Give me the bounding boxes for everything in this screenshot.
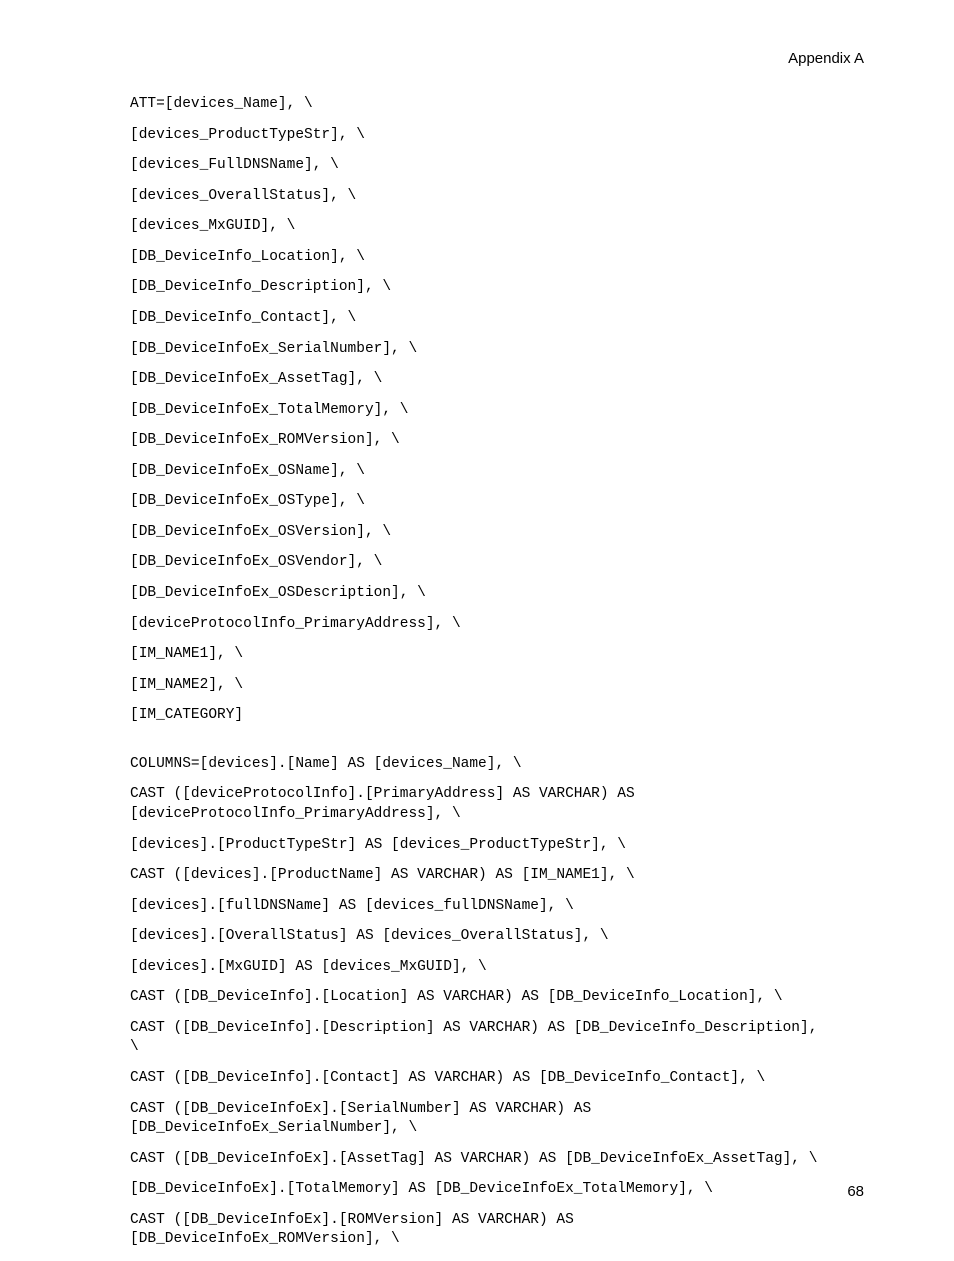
code-line: [DB_DeviceInfoEx_OSVersion], \: [130, 523, 824, 543]
code-line: CAST ([DB_DeviceInfo].[Description] AS V…: [130, 1019, 824, 1058]
code-line: [devices].[OverallStatus] AS [devices_Ov…: [130, 927, 824, 947]
code-line: [devices].[fullDNSName] AS [devices_full…: [130, 897, 824, 917]
page-header: Appendix A: [788, 50, 864, 67]
code-line: [IM_NAME1], \: [130, 645, 824, 665]
code-line: [DB_DeviceInfo_Description], \: [130, 278, 824, 298]
code-line: CAST ([DB_DeviceInfoEx].[AssetTag] AS VA…: [130, 1150, 824, 1170]
code-line: CAST ([DB_DeviceInfo].[Location] AS VARC…: [130, 988, 824, 1008]
code-line: [devices].[ProductTypeStr] AS [devices_P…: [130, 836, 824, 856]
code-line: [devices_MxGUID], \: [130, 217, 824, 237]
code-line: [DB_DeviceInfo_Contact], \: [130, 309, 824, 329]
code-line: [DB_DeviceInfoEx_ROMVersion], \: [130, 431, 824, 451]
code-line: [DB_DeviceInfoEx_TotalMemory], \: [130, 401, 824, 421]
code-line: [IM_NAME2], \: [130, 676, 824, 696]
code-line: [DB_DeviceInfoEx_OSVendor], \: [130, 553, 824, 573]
code-line: CAST ([deviceProtocolInfo].[PrimaryAddre…: [130, 785, 824, 824]
code-line: CAST ([DB_DeviceInfo].[Contact] AS VARCH…: [130, 1069, 824, 1089]
code-block: ATT=[devices_Name], \ [devices_ProductTyp…: [130, 95, 824, 1261]
code-line: [DB_DeviceInfo_Location], \: [130, 248, 824, 268]
code-line: ATT=[devices_Name], \: [130, 95, 824, 115]
code-line: CAST ([DB_DeviceInfoEx].[ROMVersion] AS …: [130, 1211, 824, 1250]
code-line: [devices_OverallStatus], \: [130, 187, 824, 207]
code-line: [DB_DeviceInfoEx_OSType], \: [130, 492, 824, 512]
blank-line: [130, 737, 824, 755]
code-line: [devices_ProductTypeStr], \: [130, 126, 824, 146]
code-line: [DB_DeviceInfoEx].[TotalMemory] AS [DB_D…: [130, 1180, 824, 1200]
page-number: 68: [847, 1183, 864, 1200]
code-line: [DB_DeviceInfoEx_SerialNumber], \: [130, 340, 824, 360]
code-line: [devices_FullDNSName], \: [130, 156, 824, 176]
code-line: CAST ([DB_DeviceInfoEx].[SerialNumber] A…: [130, 1100, 824, 1139]
code-line: [deviceProtocolInfo_PrimaryAddress], \: [130, 615, 824, 635]
code-line: COLUMNS=[devices].[Name] AS [devices_Nam…: [130, 755, 824, 775]
code-line: [DB_DeviceInfoEx_AssetTag], \: [130, 370, 824, 390]
code-line: [DB_DeviceInfoEx_OSName], \: [130, 462, 824, 482]
code-line: CAST ([devices].[ProductName] AS VARCHAR…: [130, 866, 824, 886]
code-line: [IM_CATEGORY]: [130, 706, 824, 726]
code-line: [devices].[MxGUID] AS [devices_MxGUID], …: [130, 958, 824, 978]
code-line: [DB_DeviceInfoEx_OSDescription], \: [130, 584, 824, 604]
